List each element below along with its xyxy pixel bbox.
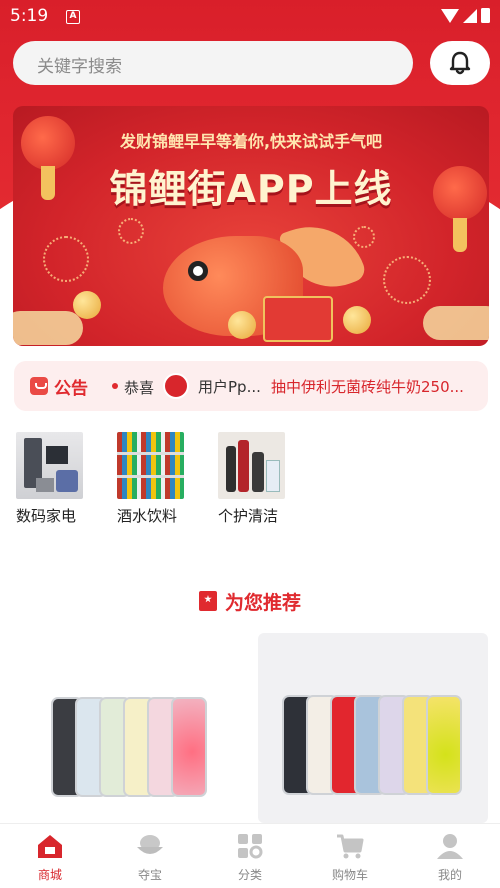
shelf-line	[117, 475, 184, 478]
bell-icon	[449, 51, 471, 75]
box-shape	[266, 460, 280, 492]
notice-user: 用户Pp...	[198, 378, 261, 396]
home-icon	[38, 835, 62, 858]
firework-decoration	[43, 236, 89, 282]
search-placeholder: 关键字搜索	[37, 57, 122, 77]
notice-bag-icon	[30, 377, 48, 395]
status-indicators	[441, 8, 490, 23]
shelf-line	[117, 452, 184, 455]
recommend-header: 为您推荐	[0, 586, 500, 616]
banner-subtitle: 发财锦鲤早早等着你,快来试试手气吧	[119, 132, 383, 151]
notice-dot	[112, 383, 118, 389]
avatar	[163, 373, 189, 399]
koi-eye-decoration	[188, 261, 208, 281]
status-time: 5:19	[10, 6, 49, 26]
product-card[interactable]	[258, 633, 488, 823]
bookmark-star-icon	[198, 591, 217, 611]
cloud-decoration	[423, 306, 489, 340]
category-label: 酒水饮料	[117, 507, 178, 525]
nav-item-category[interactable]: 分类	[200, 824, 300, 888]
treasure-icon	[137, 835, 163, 854]
coin-decoration	[73, 291, 101, 319]
coin-decoration	[228, 311, 256, 339]
notice-bar[interactable]: 公告 恭喜 用户Pp... 抽中伊利无菌砖纯牛奶250...	[14, 361, 488, 411]
nav-label: 购物车	[331, 868, 368, 882]
bottle-shape	[252, 452, 264, 492]
cloud-decoration	[13, 311, 83, 345]
bottom-nav: 商城 夺宝 分类 购物车 我的	[0, 823, 500, 888]
category-personal-care[interactable]: 个护清洁	[218, 432, 308, 526]
bottle-shape	[226, 446, 236, 492]
category-icon	[238, 834, 263, 859]
appliance-shape	[36, 478, 54, 492]
category-beverages[interactable]: 酒水饮料	[117, 432, 207, 526]
nav-item-cart[interactable]: 购物车	[300, 824, 400, 888]
nav-item-mall[interactable]: 商城	[0, 824, 100, 888]
search-input[interactable]: 关键字搜索	[13, 41, 413, 85]
status-bar: 5:19 A	[0, 0, 500, 34]
notice-congrats: 恭喜	[124, 379, 155, 397]
appliances-image	[16, 432, 83, 499]
category-label: 个护清洁	[218, 507, 279, 525]
user-icon	[437, 834, 463, 859]
banner-title: 锦鲤街APP上线	[109, 167, 393, 211]
category-label: 数码家电	[16, 507, 77, 525]
personal-care-image	[218, 432, 285, 499]
nav-label: 我的	[437, 868, 462, 882]
red-envelope-decoration	[263, 296, 333, 342]
nav-item-me[interactable]: 我的	[400, 824, 500, 888]
firework-decoration	[353, 226, 375, 248]
notice-prize: 抽中伊利无菌砖纯牛奶250...	[271, 378, 464, 396]
nav-label: 商城	[37, 868, 62, 882]
notice-label: 公告	[54, 379, 88, 399]
tv-shape	[46, 446, 68, 464]
nav-label: 分类	[237, 868, 262, 882]
beverages-image	[117, 432, 184, 499]
cart-icon	[337, 834, 364, 859]
phone-shape	[171, 697, 207, 797]
promo-banner[interactable]: 发财锦鲤早早等着你,快来试试手气吧 锦鲤街APP上线	[13, 106, 489, 346]
notification-button[interactable]	[430, 41, 490, 85]
signal-icon	[463, 8, 477, 23]
nav-label: 夺宝	[137, 868, 162, 882]
recommend-title: 为您推荐	[224, 591, 301, 614]
coin-decoration	[343, 306, 371, 334]
firework-decoration	[383, 256, 431, 304]
battery-icon	[481, 8, 490, 23]
product-card[interactable]	[13, 633, 243, 823]
notification-icon: A	[66, 10, 80, 24]
firework-decoration	[118, 218, 144, 244]
tassel-decoration	[453, 218, 467, 252]
washer-shape	[56, 470, 78, 492]
phone-shape	[426, 695, 462, 795]
bottle-shape	[238, 440, 249, 492]
category-appliances[interactable]: 数码家电	[16, 432, 106, 526]
nav-item-treasure[interactable]: 夺宝	[100, 824, 200, 888]
wifi-icon	[441, 8, 459, 23]
